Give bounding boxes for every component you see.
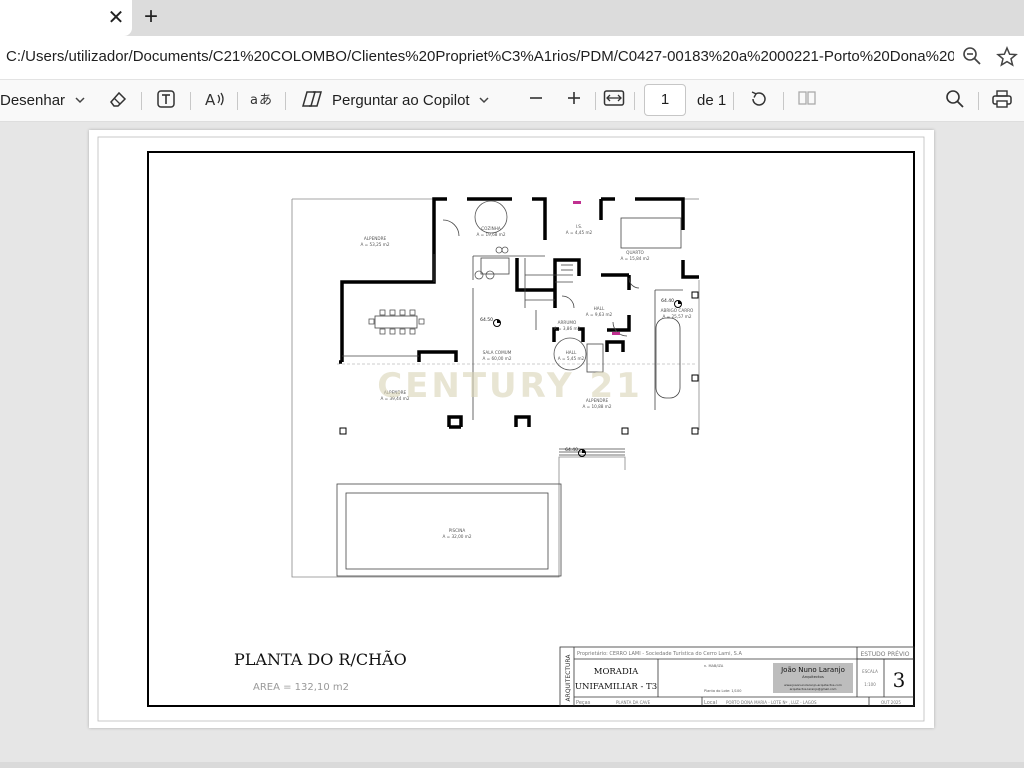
titleblock-scale-label: ESCALA <box>862 669 878 674</box>
room-label: QUARTO <box>626 250 644 255</box>
zoom-icon[interactable] <box>960 46 984 70</box>
titleblock-owner: Proprietário: CERRO LAMI - Sociedade Tur… <box>577 650 742 657</box>
titleblock-project-line2: UNIFAMILIAR - T3 <box>575 682 657 692</box>
room-area: A = 53,25 m2 <box>360 242 389 247</box>
watermark: CENTURY 21 <box>377 366 643 406</box>
room-label: ARRUMO <box>558 320 577 325</box>
new-tab-button[interactable]: + <box>138 4 164 30</box>
titleblock-discipline: ARQUITECTURA <box>565 654 572 702</box>
level-label: 64.50 <box>480 317 493 323</box>
room-area: A = 9,63 m2 <box>586 312 613 317</box>
titleblock-date: OUT 2025 <box>881 700 901 705</box>
eraser-icon[interactable] <box>106 89 130 113</box>
toolbar-separator <box>237 92 238 110</box>
floor-plan-drawing: COZINHA A = 19,68 m2 QUARTO A = 15,84 m2… <box>97 136 925 722</box>
tab-bar: ✕ + <box>0 0 1024 36</box>
text-box-icon[interactable] <box>154 89 178 113</box>
titleblock-sheet-number: 3 <box>893 668 906 692</box>
search-icon[interactable] <box>943 89 967 113</box>
room-area: A = 60,00 m2 <box>482 356 511 361</box>
toolbar-separator <box>783 92 784 110</box>
copilot-chevron-down-icon[interactable] <box>472 89 496 113</box>
room-area: A = 19,68 m2 <box>476 232 505 237</box>
titleblock-project-line1: MORADIA <box>594 667 639 677</box>
toolbar-separator <box>733 92 734 110</box>
room-area: A = 4,45 m2 <box>566 230 593 235</box>
horizontal-scrollbar[interactable] <box>0 762 1024 768</box>
pdf-toolbar: Desenhar A aあ Perguntar ao Copilot 1 de … <box>0 80 1024 122</box>
titleblock-local: PORTO DONA MARIA - LOTE Nº , LUZ - LAGOS <box>726 700 817 705</box>
room-label: HALL <box>566 350 577 355</box>
svg-text:あ: あ <box>259 93 272 108</box>
pdf-page: COZINHA A = 19,68 m2 QUARTO A = 15,84 m2… <box>89 130 934 728</box>
room-label: ABRIGO CARRO <box>661 308 694 313</box>
chevron-down-icon[interactable] <box>68 89 92 113</box>
titleblock-phase: ESTUDO PRÉVIO <box>860 650 909 658</box>
level-label: 64.40 <box>661 298 674 304</box>
room-area: A = 15,84 m2 <box>620 256 649 261</box>
toolbar-separator <box>141 92 142 110</box>
two-page-icon[interactable] <box>795 89 819 113</box>
room-area: A = 25,57 m2 <box>662 314 691 319</box>
titleblock-architect-sub: Arquitectos <box>802 674 824 679</box>
room-label: SALA COMUM <box>483 350 512 355</box>
room-label: PISCINA <box>449 528 466 533</box>
room-label: COZINHA <box>481 226 501 231</box>
copilot-icon[interactable] <box>300 89 324 113</box>
titleblock-pecas: PLANTA DA CAVE <box>616 700 651 705</box>
svg-text:A: A <box>205 91 216 109</box>
room-area: A = 5,45 m2 <box>558 356 585 361</box>
drawing-area: AREA = 132,10 m2 <box>253 682 349 693</box>
toolbar-separator <box>595 92 596 110</box>
translate-icon[interactable]: aあ <box>249 89 273 113</box>
zoom-out-icon[interactable] <box>524 89 548 113</box>
page-number-input[interactable]: 1 <box>644 84 686 116</box>
titleblock-scale: 1:100 <box>864 682 876 687</box>
url-field[interactable]: C:/Users/utilizador/Documents/C21%20COLO… <box>6 48 954 65</box>
draw-button[interactable]: Desenhar <box>0 89 65 113</box>
zoom-in-icon[interactable] <box>562 89 586 113</box>
titleblock-email: arquitectos.laranjo@gmail.com <box>790 687 837 691</box>
print-icon[interactable] <box>990 89 1014 113</box>
rotate-icon[interactable] <box>747 89 771 113</box>
room-area: A = 3,86 m2 <box>554 326 581 331</box>
titleblock-ref: n. MAB/IZA <box>704 664 724 668</box>
address-bar: C:/Users/utilizador/Documents/C21%20COLO… <box>0 36 1024 80</box>
titleblock-local-label: Local <box>704 700 717 706</box>
toolbar-separator <box>285 92 286 110</box>
fit-width-icon[interactable] <box>602 89 626 113</box>
room-label: I.S. <box>576 224 583 229</box>
titleblock-architect: João Nuno Laranjo <box>780 666 845 674</box>
copilot-button[interactable]: Perguntar ao Copilot <box>332 89 470 113</box>
drawing-title: PLANTA DO R/CHÃO <box>234 649 407 669</box>
toolbar-separator <box>190 92 191 110</box>
favorite-star-icon[interactable] <box>995 46 1019 70</box>
titleblock-sheet-name: Planta do Lote: 1/100 <box>704 689 742 693</box>
level-label: 64.40 <box>565 447 578 453</box>
page-count: de 1 <box>697 92 727 109</box>
room-label: ALPENDRE <box>364 236 387 241</box>
read-aloud-icon[interactable]: A <box>203 89 227 113</box>
toolbar-separator <box>978 92 979 110</box>
toolbar-separator <box>634 92 635 110</box>
svg-text:a: a <box>250 93 258 108</box>
room-label: HALL <box>594 306 605 311</box>
room-area: A = 32,00 m2 <box>442 534 471 539</box>
close-tab-icon[interactable]: ✕ <box>104 6 128 30</box>
browser-tab[interactable]: ✕ <box>0 0 132 36</box>
pdf-viewer[interactable]: COZINHA A = 19,68 m2 QUARTO A = 15,84 m2… <box>0 122 1024 768</box>
titleblock-pecas-label: Peças <box>576 700 591 706</box>
